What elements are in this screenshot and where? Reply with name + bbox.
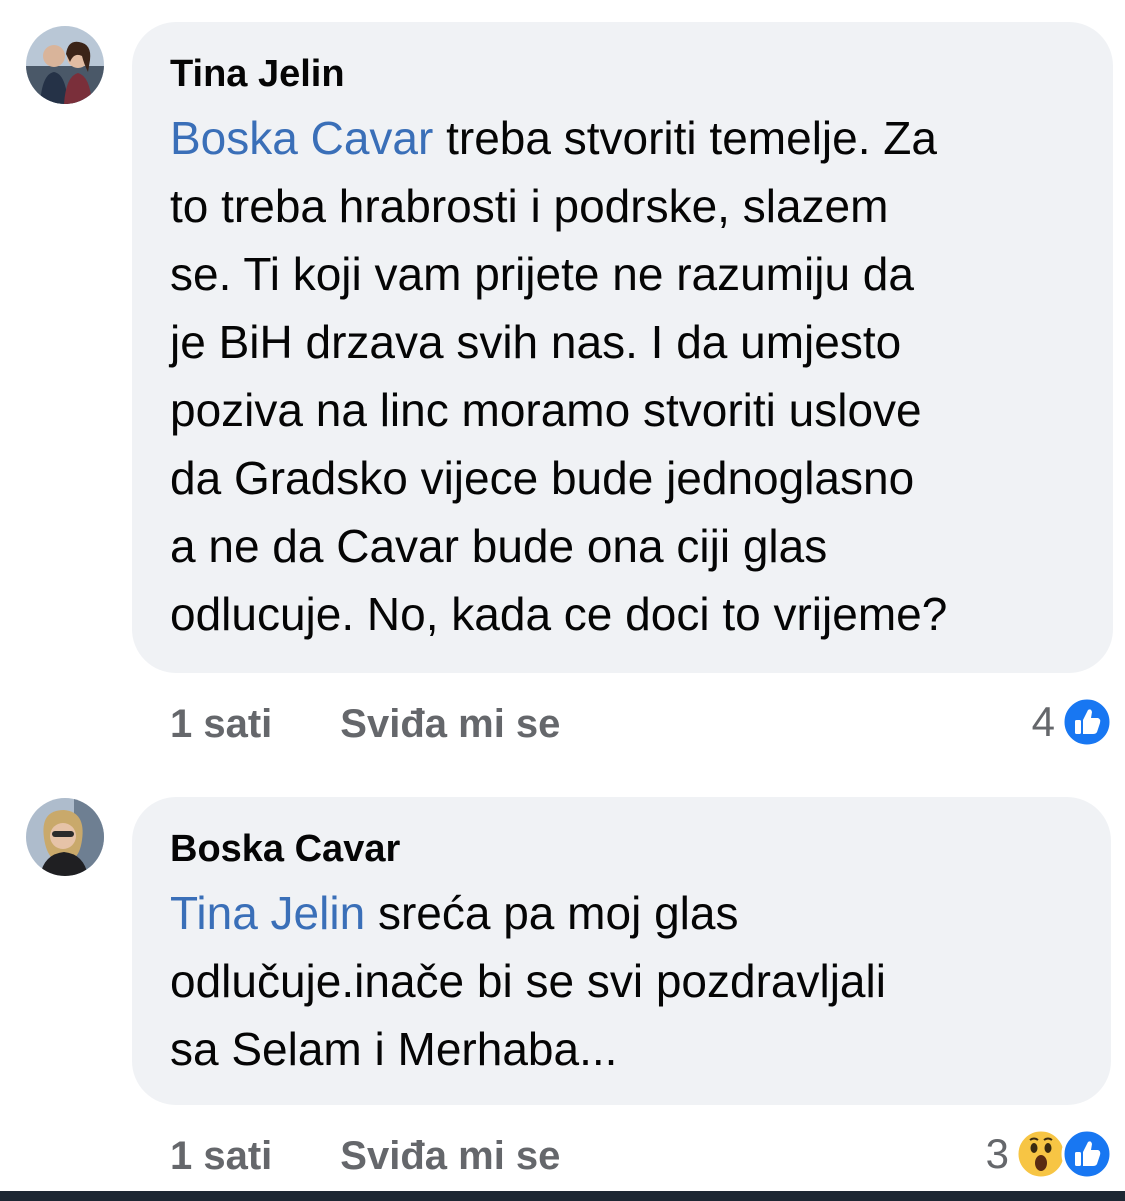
- comment-actions: 1 sati Sviđa mi se: [170, 702, 560, 747]
- comment-bubble: Tina Jelin Boska Cavar treba stvoriti te…: [132, 22, 1113, 673]
- reaction-count: 3: [985, 1130, 1009, 1177]
- like-icon: [1061, 696, 1113, 748]
- avatar[interactable]: [26, 798, 104, 876]
- wow-icon: [1015, 1128, 1067, 1180]
- comment-body-text: treba stvoriti temelje. Za to treba hrab…: [170, 112, 948, 640]
- mention-link[interactable]: Boska Cavar: [170, 112, 433, 164]
- bottom-divider: [0, 1191, 1125, 1201]
- comment-bubble: Boska Cavar Tina Jelin sreća pa moj glas…: [132, 797, 1111, 1105]
- comment-time[interactable]: 1 sati: [170, 702, 272, 747]
- reactions-summary[interactable]: 4: [1032, 696, 1113, 748]
- reactions-summary[interactable]: 3: [986, 1128, 1113, 1180]
- comment-text: Boska Cavar treba stvoriti temelje. Za t…: [170, 104, 1113, 648]
- like-icon: [1061, 1128, 1113, 1180]
- like-button[interactable]: Sviđa mi se: [340, 702, 560, 747]
- comment-time[interactable]: 1 sati: [170, 1134, 272, 1179]
- comment-actions: 1 sati Sviđa mi se: [170, 1134, 560, 1179]
- avatar[interactable]: [26, 26, 104, 104]
- like-button[interactable]: Sviđa mi se: [340, 1134, 560, 1179]
- comment-author[interactable]: Tina Jelin: [170, 52, 1113, 96]
- comment-author[interactable]: Boska Cavar: [170, 827, 1111, 871]
- reaction-count: 4: [1031, 698, 1055, 745]
- mention-link[interactable]: Tina Jelin: [170, 887, 365, 939]
- avatar-photo: [26, 798, 104, 876]
- avatar-photo: [26, 26, 104, 104]
- comment-text: Tina Jelin sreća pa moj glas odlučuje.in…: [170, 879, 1111, 1083]
